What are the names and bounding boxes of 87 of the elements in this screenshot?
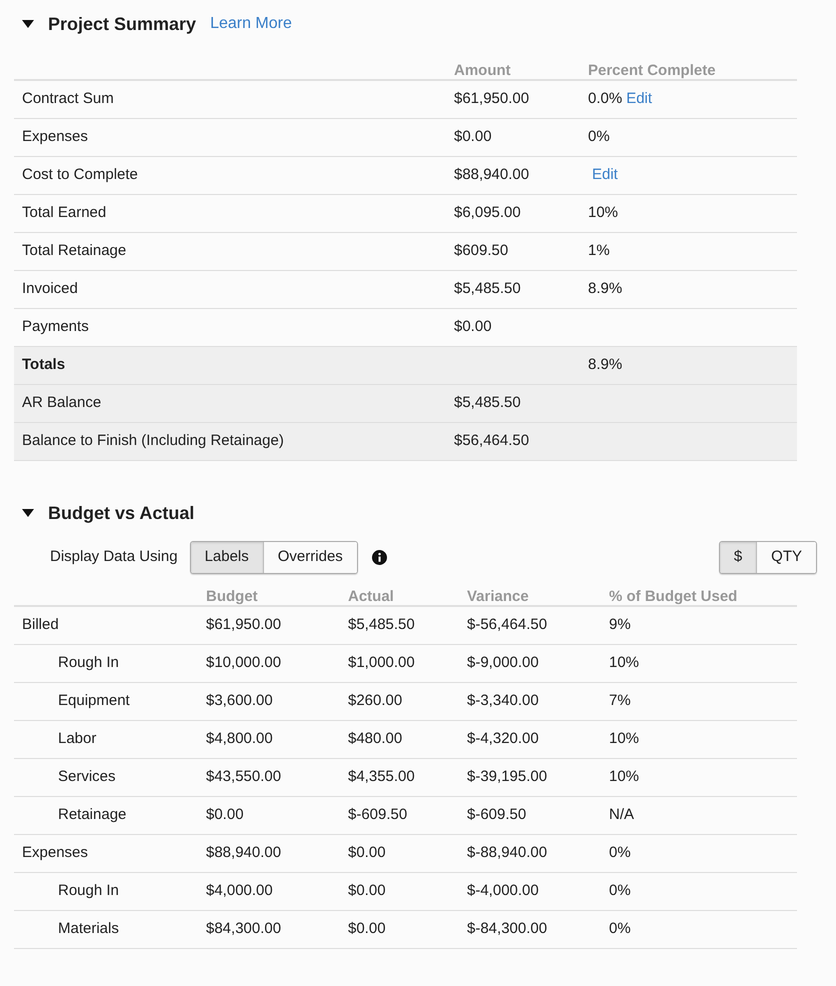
row-label: Rough In xyxy=(14,872,198,910)
variance-cell: $-3,340.00 xyxy=(459,682,601,720)
actual-cell: $260.00 xyxy=(340,682,459,720)
variance-cell: $-56,464.50 xyxy=(459,606,601,644)
actual-cell: $1,000.00 xyxy=(340,644,459,682)
budget-cell: $61,950.00 xyxy=(198,606,340,644)
percent-cell: 10% xyxy=(601,644,797,682)
toggle-button[interactable]: Labels xyxy=(190,542,263,572)
amount-cell: $609.50 xyxy=(446,233,580,271)
variance-cell: $-39,195.00 xyxy=(459,758,601,796)
percent-cell: 0% xyxy=(601,910,797,948)
percent-cell: 10% xyxy=(601,758,797,796)
budget-cell: $10,000.00 xyxy=(198,644,340,682)
budget-cell: $43,550.00 xyxy=(198,758,340,796)
budget-cell: $3,600.00 xyxy=(198,682,340,720)
row-label: Balance to Finish (Including Retainage) xyxy=(14,423,446,461)
learn-more-link[interactable]: Learn More xyxy=(210,12,292,36)
toggle-button[interactable]: Overrides xyxy=(262,542,357,572)
caret-icon[interactable] xyxy=(22,509,34,517)
amount-cell: $0.00 xyxy=(446,119,580,157)
percent-text: 10% xyxy=(588,203,618,224)
actual-cell: $5,485.50 xyxy=(340,606,459,644)
row-label: Rough In xyxy=(14,644,198,682)
percent-cell: N/A xyxy=(601,796,797,834)
column-header: % of Budget Used xyxy=(601,586,797,606)
column-header: Variance xyxy=(459,586,601,606)
row-label: Materials xyxy=(14,910,198,948)
toggle-button[interactable]: QTY xyxy=(756,542,816,572)
percent-text: 1% xyxy=(588,241,610,262)
actual-cell: $480.00 xyxy=(340,720,459,758)
row-label: Services xyxy=(14,758,198,796)
row-label: Totals xyxy=(14,347,446,385)
row-label: Billed xyxy=(14,606,198,644)
variance-cell: $-84,300.00 xyxy=(459,910,601,948)
percent-cell: 10% xyxy=(601,720,797,758)
column-header: Budget xyxy=(198,586,340,606)
column-header: Amount xyxy=(446,60,580,81)
variance-cell: $-88,940.00 xyxy=(459,834,601,872)
actual-cell: $0.00 xyxy=(340,834,459,872)
variance-cell: $-9,000.00 xyxy=(459,644,601,682)
amount-cell: $6,095.00 xyxy=(446,195,580,233)
amount-cell: $5,485.50 xyxy=(446,271,580,309)
column-header: Percent Complete xyxy=(580,60,797,81)
toggle-button[interactable]: $ xyxy=(720,542,756,572)
edit-link[interactable]: Edit xyxy=(626,88,652,111)
row-label: Expenses xyxy=(14,834,198,872)
section-title: Budget vs Actual xyxy=(48,502,194,525)
budget-cell: $4,800.00 xyxy=(198,720,340,758)
percent-text: 0.0% xyxy=(588,89,622,110)
percent-cell: 0% xyxy=(601,834,797,872)
row-label: AR Balance xyxy=(14,385,446,423)
display-label: Display Data Using xyxy=(50,547,178,567)
row-label: Total Retainage xyxy=(14,233,446,271)
percent-text: 8.9% xyxy=(588,279,622,300)
column-header: Actual xyxy=(340,586,459,606)
actual-cell: $0.00 xyxy=(340,872,459,910)
amount-cell: $5,485.50 xyxy=(446,385,580,423)
caret-icon[interactable] xyxy=(22,20,34,28)
percent-text: 8.9% xyxy=(588,355,622,376)
variance-cell: $-4,320.00 xyxy=(459,720,601,758)
percent-text: 0% xyxy=(588,127,610,148)
percent-cell: 7% xyxy=(601,682,797,720)
actual-cell: $0.00 xyxy=(340,910,459,948)
row-label: Contract Sum xyxy=(14,81,446,119)
edit-link[interactable]: Edit xyxy=(592,164,618,187)
budget-cell: $84,300.00 xyxy=(198,910,340,948)
percent-cell: 9% xyxy=(601,606,797,644)
budget-cell: $88,940.00 xyxy=(198,834,340,872)
variance-cell: $-4,000.00 xyxy=(459,872,601,910)
info-icon[interactable] xyxy=(372,550,387,565)
actual-cell: $4,355.00 xyxy=(340,758,459,796)
actual-cell: $-609.50 xyxy=(340,796,459,834)
row-label: Labor xyxy=(14,720,198,758)
row-label: Equipment xyxy=(14,682,198,720)
row-label: Retainage xyxy=(14,796,198,834)
amount-cell: $88,940.00 xyxy=(446,157,580,195)
budget-cell: $0.00 xyxy=(198,796,340,834)
section-title: Project Summary xyxy=(48,12,196,36)
row-label: Expenses xyxy=(14,119,446,157)
amount-cell: $61,950.00 xyxy=(446,81,580,119)
variance-cell: $-609.50 xyxy=(459,796,601,834)
budget-cell: $4,000.00 xyxy=(198,872,340,910)
percent-cell: 0% xyxy=(601,872,797,910)
row-label: Total Earned xyxy=(14,195,446,233)
amount-cell: $56,464.50 xyxy=(446,423,580,461)
row-label: Cost to Complete xyxy=(14,157,446,195)
row-label: Invoiced xyxy=(14,271,446,309)
